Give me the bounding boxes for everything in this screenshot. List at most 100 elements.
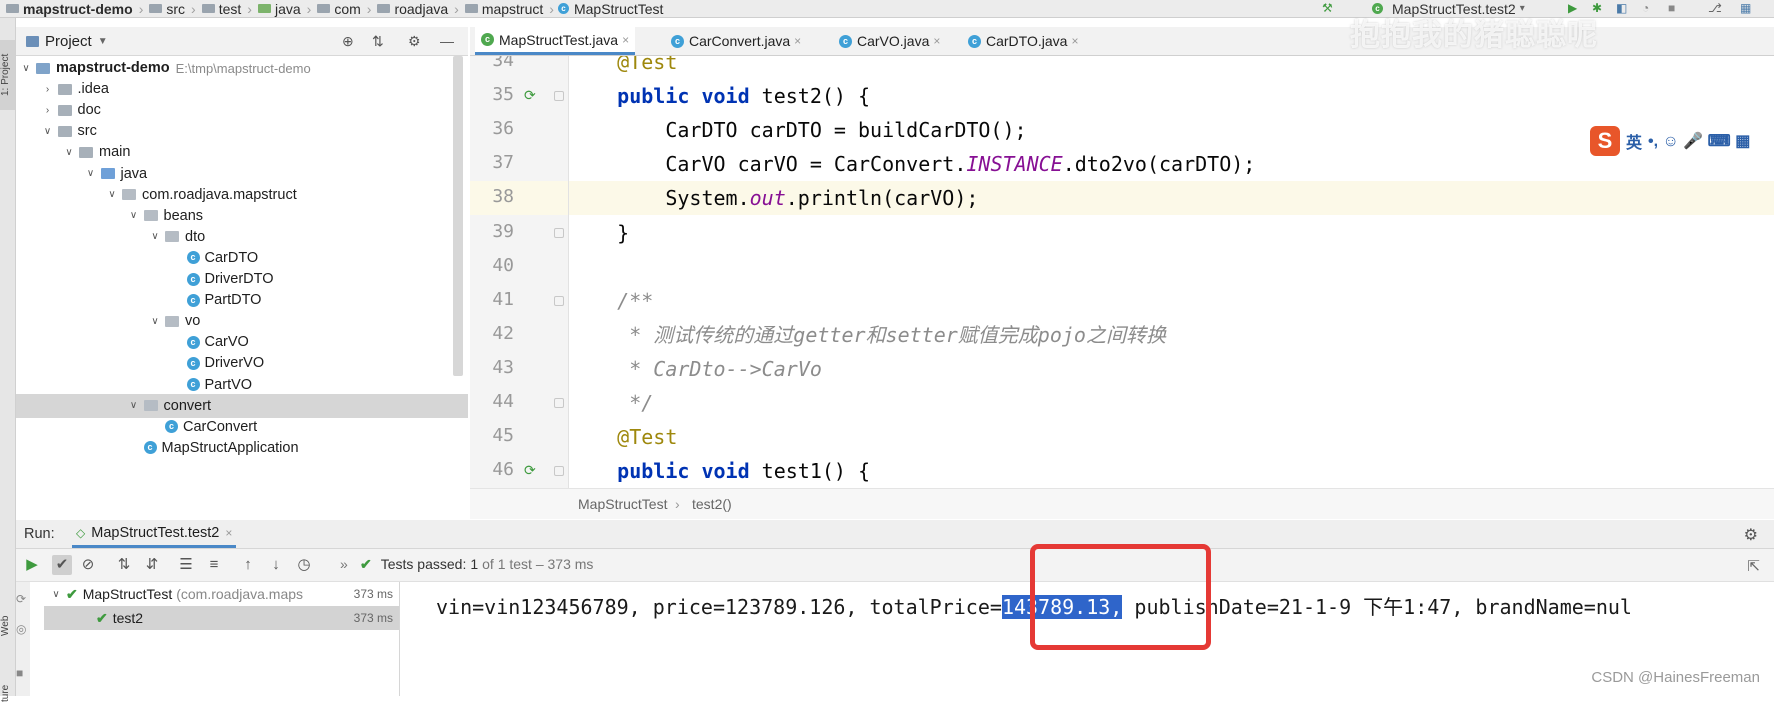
tree-scrollbar[interactable]: [453, 56, 463, 376]
fold-marker-icon[interactable]: [554, 91, 564, 102]
breadcrumb-item-class[interactable]: c MapStructTest: [557, 1, 663, 17]
ime-tool-icons[interactable]: •, ☺ 🎤 ⌨ ▦: [1648, 131, 1750, 151]
sort-alpha-icon[interactable]: ⇅: [114, 555, 134, 575]
close-icon[interactable]: ×: [225, 526, 232, 540]
breadcrumb-item-java[interactable]: java ›: [256, 1, 311, 17]
code-line[interactable]: @Test: [569, 56, 1774, 79]
tab-carconvert[interactable]: c CarConvert.java ×: [665, 27, 807, 55]
tab-carvo[interactable]: c CarVO.java ×: [833, 27, 946, 55]
chevron-right-icon[interactable]: ›: [42, 105, 54, 116]
run-test-gutter-icon[interactable]: ⟳: [524, 463, 536, 477]
vcs-icon[interactable]: ⎇: [1708, 2, 1722, 14]
chevron-down-icon[interactable]: ∨: [149, 231, 161, 242]
package-icon: [165, 231, 179, 243]
chevron-down-icon[interactable]: ∨: [42, 126, 54, 137]
gear-icon[interactable]: ⚙: [408, 33, 421, 50]
close-icon[interactable]: ×: [933, 34, 940, 48]
sort-duration-icon[interactable]: ⇵: [142, 555, 162, 575]
code-line[interactable]: * CarDto-->CarVo: [569, 352, 1774, 386]
fold-marker-icon[interactable]: [554, 295, 564, 306]
test-suite-row[interactable]: ∨ ✔ MapStructTest (com.roadjava.maps 373…: [44, 582, 399, 606]
gear-icon[interactable]: ⚙: [1744, 525, 1758, 545]
structure-tool-button[interactable]: ture: [0, 678, 15, 708]
ime-toolbar[interactable]: S 英 •, ☺ 🎤 ⌨ ▦: [1590, 124, 1751, 158]
toggle-auto-test-icon[interactable]: ◎: [16, 622, 26, 636]
expand-all-icon[interactable]: ☰: [176, 555, 196, 575]
coverage-icon[interactable]: ◧: [1616, 2, 1628, 14]
chevron-down-icon[interactable]: ∨: [106, 189, 118, 200]
rerun-icon[interactable]: ▶: [22, 555, 42, 575]
chevron-down-icon[interactable]: ∨: [85, 168, 97, 179]
search-everywhere-icon[interactable]: ▦: [1740, 2, 1752, 14]
close-icon[interactable]: ×: [1071, 34, 1078, 48]
test-method-row[interactable]: ✔ test2 373 ms: [44, 606, 399, 630]
line-number: 38: [492, 186, 514, 208]
code-line[interactable]: @Test: [569, 420, 1774, 454]
chevron-down-icon[interactable]: ∨: [128, 400, 140, 411]
collapse-all-icon[interactable]: ≡: [204, 555, 224, 575]
chevron-right-icon[interactable]: ›: [42, 84, 54, 95]
code-line[interactable]: public void test2() {: [569, 79, 1774, 113]
breadcrumb-item-src[interactable]: src ›: [147, 1, 196, 17]
tab-mapstructtest[interactable]: c MapStructTest.java ×: [475, 27, 636, 55]
line-number: 40: [492, 254, 514, 276]
chevron-down-icon[interactable]: ∨: [128, 210, 140, 221]
history-icon[interactable]: ◷: [294, 555, 314, 575]
code-line[interactable]: /**: [569, 284, 1774, 318]
class-icon: c: [671, 34, 684, 48]
close-icon[interactable]: ×: [794, 34, 801, 48]
collapse-all-icon[interactable]: ⇅: [372, 33, 384, 50]
fold-marker-icon[interactable]: [554, 466, 564, 477]
project-view-selector[interactable]: Project ▼: [26, 33, 108, 50]
line-number: 35: [492, 84, 514, 106]
tree-item-label: com.roadjava.mapstruct: [142, 186, 297, 203]
code-line[interactable]: }: [569, 216, 1774, 250]
breadcrumb-item-com[interactable]: com ›: [315, 1, 371, 17]
code-line[interactable]: public void test1() {: [569, 454, 1774, 488]
more-icon[interactable]: »: [340, 556, 348, 572]
breadcrumb-item-project[interactable]: mapstruct-demo ›: [4, 1, 143, 17]
fold-marker-icon[interactable]: [554, 398, 564, 408]
hide-icon[interactable]: —: [440, 33, 454, 49]
profile-icon[interactable]: ◔: [1642, 2, 1654, 14]
tree-item-label: CarConvert: [183, 418, 258, 435]
breadcrumb-item-roadjava[interactable]: roadjava ›: [375, 1, 459, 17]
hammer-icon[interactable]: ⚒: [1322, 2, 1334, 14]
tree-item-label: src: [77, 123, 97, 140]
chevron-down-icon[interactable]: ∨: [20, 63, 32, 74]
stop-icon[interactable]: ■: [1668, 2, 1680, 14]
chevron-down-icon[interactable]: ∨: [149, 316, 161, 327]
folder-icon: [100, 168, 115, 179]
run-test-gutter-icon[interactable]: ⟳: [524, 88, 536, 102]
stop-icon[interactable]: ■: [16, 666, 23, 680]
show-ignored-icon[interactable]: ⊘: [78, 555, 98, 575]
previous-test-icon[interactable]: ↑: [238, 555, 258, 575]
breadcrumb-item-test[interactable]: test ›: [200, 1, 252, 17]
editor-breadcrumb-method[interactable]: test2(): [692, 496, 732, 512]
code-line[interactable]: [569, 250, 1774, 284]
sogou-logo-icon: S: [1590, 126, 1620, 156]
chevron-down-icon[interactable]: ∨: [50, 589, 62, 600]
breadcrumb-item-mapstruct[interactable]: mapstruct ›: [463, 1, 554, 17]
folder-icon: [464, 4, 478, 13]
code-line[interactable]: * 测试传统的通过getter和setter赋值完成pojo之间转换: [569, 318, 1774, 352]
tab-cardto[interactable]: c CarDTO.java ×: [962, 27, 1084, 55]
chevron-down-icon[interactable]: ∨: [63, 147, 75, 158]
tree-item-mapstructapplication[interactable]: c MapStructApplication: [16, 436, 468, 460]
run-tab[interactable]: ◇ MapStructTest.test2 ×: [72, 520, 237, 548]
locate-icon[interactable]: ⊕: [342, 33, 354, 50]
code-line[interactable]: */: [569, 386, 1774, 420]
editor-gutter[interactable]: 34 35 ⟳ 36 37 38 39 40 41 42 43 44 45 46 ⟳: [470, 56, 569, 488]
rerun-failed-icon[interactable]: ⟳: [16, 592, 26, 606]
ime-language-toggle[interactable]: 英: [1626, 129, 1642, 153]
code-editor[interactable]: @Test public void test2() { CarDTO carDT…: [569, 56, 1774, 488]
close-icon[interactable]: ×: [622, 33, 629, 47]
web-tool-button[interactable]: Web: [0, 606, 15, 646]
code-line[interactable]: System.out.println(carVO);: [569, 181, 1774, 216]
project-tool-button[interactable]: 1: Project: [0, 40, 15, 110]
editor-breadcrumb-class[interactable]: MapStructTest: [578, 496, 667, 512]
tree-item-label: MapStructApplication: [161, 439, 299, 456]
show-passed-icon[interactable]: ✔: [52, 555, 72, 575]
fold-marker-icon[interactable]: [554, 227, 564, 238]
next-test-icon[interactable]: ↓: [266, 555, 286, 575]
